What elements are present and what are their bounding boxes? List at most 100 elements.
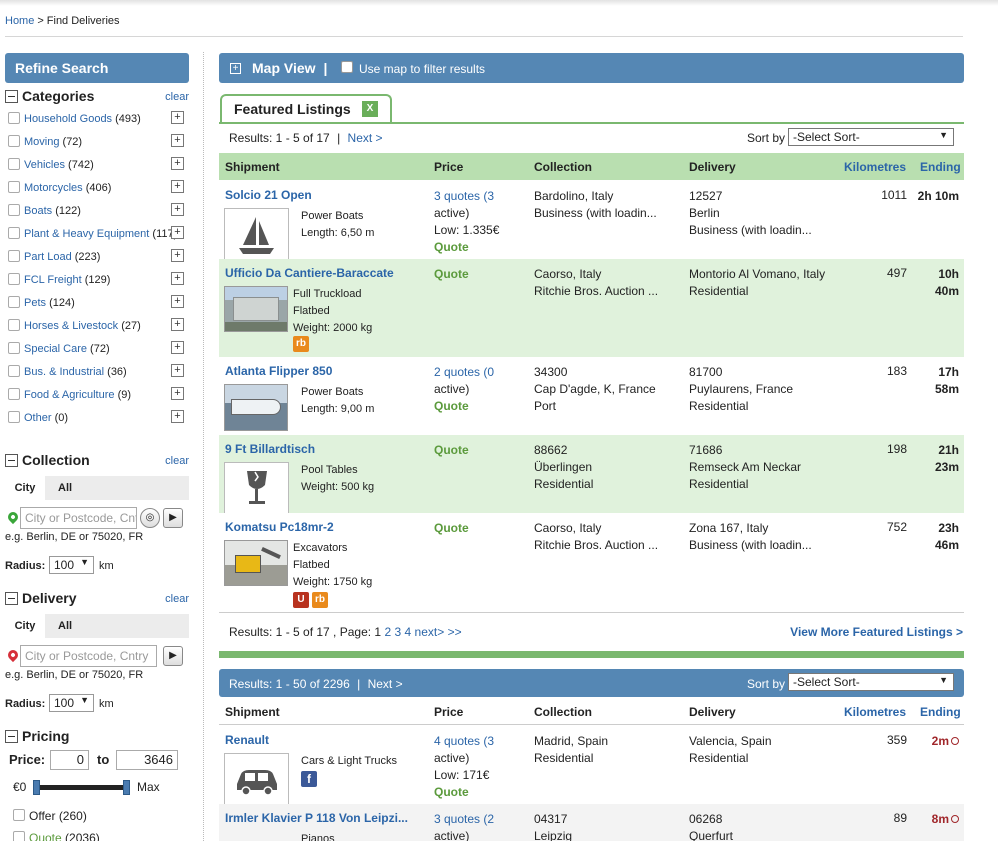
listing-title-link[interactable]: Ufficio Da Cantiere-Baraccate [225,266,394,280]
collapse-icon[interactable] [5,90,18,103]
category-checkbox[interactable] [8,158,20,170]
page-3-link[interactable]: 3 [394,625,401,639]
listing-row[interactable]: Irmler Klavier P 118 Von Leipzi... Piano… [219,804,964,841]
offer-checkbox[interactable] [13,809,25,821]
category-link[interactable]: Moving [24,136,59,148]
listing-title-link[interactable]: Irmler Klavier P 118 Von Leipzi... [225,811,408,825]
category-checkbox[interactable] [8,250,20,262]
quote-filter[interactable]: Quote (2036) [11,828,189,841]
category-link[interactable]: Motorcycles [24,182,83,194]
quotes-link[interactable]: 2 quotes (0 active) [434,364,524,398]
collapse-icon[interactable] [5,454,18,467]
excel-export-icon[interactable]: X [362,101,378,117]
price-slider[interactable] [33,780,130,795]
quotes-link[interactable]: 4 quotes (3 active) [434,733,524,767]
expand-plus-icon[interactable]: + [171,226,184,239]
category-checkbox[interactable] [8,296,20,308]
main-sort-select[interactable]: -Select Sort- ▼ [788,673,954,691]
listing-title-link[interactable]: Renault [225,733,269,747]
category-checkbox[interactable] [8,319,20,331]
collection-tab-city[interactable]: City [5,476,45,500]
category-link[interactable]: Part Load [24,251,72,263]
map-view-toggle[interactable]: Map View | [252,60,327,76]
category-item[interactable]: Household Goods (493) + [6,109,184,129]
category-item[interactable]: Plant & Heavy Equipment (117) + [6,224,184,244]
category-link[interactable]: Pets [24,297,46,309]
categories-clear-link[interactable]: clear [165,91,189,103]
price-max-input[interactable]: 3646 [116,750,178,770]
featured-row[interactable]: Atlanta Flipper 850 Power Boats Length: … [219,357,964,435]
expand-plus-icon[interactable]: + [171,341,184,354]
expand-plus-icon[interactable]: + [171,295,184,308]
category-item[interactable]: Vehicles (742) + [6,155,184,175]
delivery-tab-city[interactable]: City [5,614,45,638]
category-item[interactable]: Horses & Livestock (27) + [6,316,184,336]
listing-title-link[interactable]: 9 Ft Billardtisch [225,442,315,456]
category-link[interactable]: Other [24,412,52,424]
category-link[interactable]: Food & Agriculture [24,389,115,401]
expand-plus-icon[interactable]: + [171,180,184,193]
collection-city-input[interactable]: City or Postcode, Cntry [20,507,137,529]
expand-plus-icon[interactable]: + [171,249,184,262]
featured-next-link[interactable]: Next > [348,131,383,145]
col-ending-sort[interactable]: Ending [920,160,961,174]
expand-plus-icon[interactable]: + [171,134,184,147]
featured-row[interactable]: Komatsu Pc18mr-2 Excavators Flatbed Weig… [219,513,964,611]
expand-plus-icon[interactable]: + [171,272,184,285]
expand-plus-icon[interactable]: + [171,387,184,400]
col-kilometres-sort[interactable]: Kilometres [844,705,906,719]
delivery-city-input[interactable]: City or Postcode, Cntry [20,645,157,667]
category-item[interactable]: Motorcycles (406) + [6,178,184,198]
featured-row[interactable]: 9 Ft Billardtisch Pool Tables Weight: 50… [219,435,964,513]
category-checkbox[interactable] [8,112,20,124]
featured-sort-select[interactable]: -Select Sort- ▼ [788,128,954,146]
category-checkbox[interactable] [8,227,20,239]
quotes-link[interactable]: 3 quotes (2 active) [434,811,524,841]
category-checkbox[interactable] [8,342,20,354]
page-1-link[interactable]: 1 [374,625,381,639]
expand-plus-icon[interactable]: + [171,364,184,377]
page-2-link[interactable]: 2 [384,625,391,639]
listing-title-link[interactable]: Komatsu Pc18mr-2 [225,520,334,534]
category-item[interactable]: FCL Freight (129) + [6,270,184,290]
category-link[interactable]: Household Goods [24,113,112,125]
locate-me-icon[interactable]: ◎ [140,508,160,528]
listing-title-link[interactable]: Atlanta Flipper 850 [225,364,332,378]
expand-plus-icon[interactable]: + [171,318,184,331]
col-ending-sort[interactable]: Ending [920,705,961,719]
collection-go-button[interactable]: ▶ [163,508,183,528]
category-checkbox[interactable] [8,204,20,216]
next-page-link[interactable]: next> [415,625,445,639]
expand-plus-icon[interactable]: + [171,410,184,423]
category-item[interactable]: Food & Agriculture (9) + [6,385,184,405]
quotes-link[interactable]: 3 quotes (3 active) [434,188,524,222]
expand-plus-icon[interactable]: + [171,111,184,124]
listing-row[interactable]: Renault Cars & Light Trucks f 4 quotes (… [219,726,964,804]
category-checkbox[interactable] [8,135,20,147]
expand-plus-icon[interactable]: + [171,203,184,216]
category-item[interactable]: Other (0) + [6,408,184,428]
collection-radius-select[interactable]: 100 ▼ [49,556,94,574]
delivery-radius-select[interactable]: 100 ▼ [49,694,94,712]
category-item[interactable]: Bus. & Industrial (36) + [6,362,184,382]
view-more-featured-link[interactable]: View More Featured Listings > [790,625,963,639]
category-link[interactable]: Boats [24,205,52,217]
breadcrumb-home-link[interactable]: Home [5,15,34,27]
collection-clear-link[interactable]: clear [165,455,189,467]
category-link[interactable]: Horses & Livestock [24,320,118,332]
slider-min-handle[interactable] [33,780,40,795]
listing-title-link[interactable]: Solcio 21 Open [225,188,312,202]
offer-filter[interactable]: Offer (260) [11,806,189,826]
category-link[interactable]: Special Care [24,343,87,355]
category-item[interactable]: Part Load (223) + [6,247,184,267]
use-map-checkbox[interactable] [341,61,353,73]
category-item[interactable]: Pets (124) + [6,293,184,313]
expand-plus-icon[interactable]: + [230,63,241,74]
category-checkbox[interactable] [8,181,20,193]
category-item[interactable]: Moving (72) + [6,132,184,152]
category-link[interactable]: Bus. & Industrial [24,366,104,378]
quote-checkbox[interactable] [13,831,25,841]
category-link[interactable]: Plant & Heavy Equipment [24,228,149,240]
facebook-icon[interactable]: f [301,771,317,787]
page-4-link[interactable]: 4 [405,625,412,639]
